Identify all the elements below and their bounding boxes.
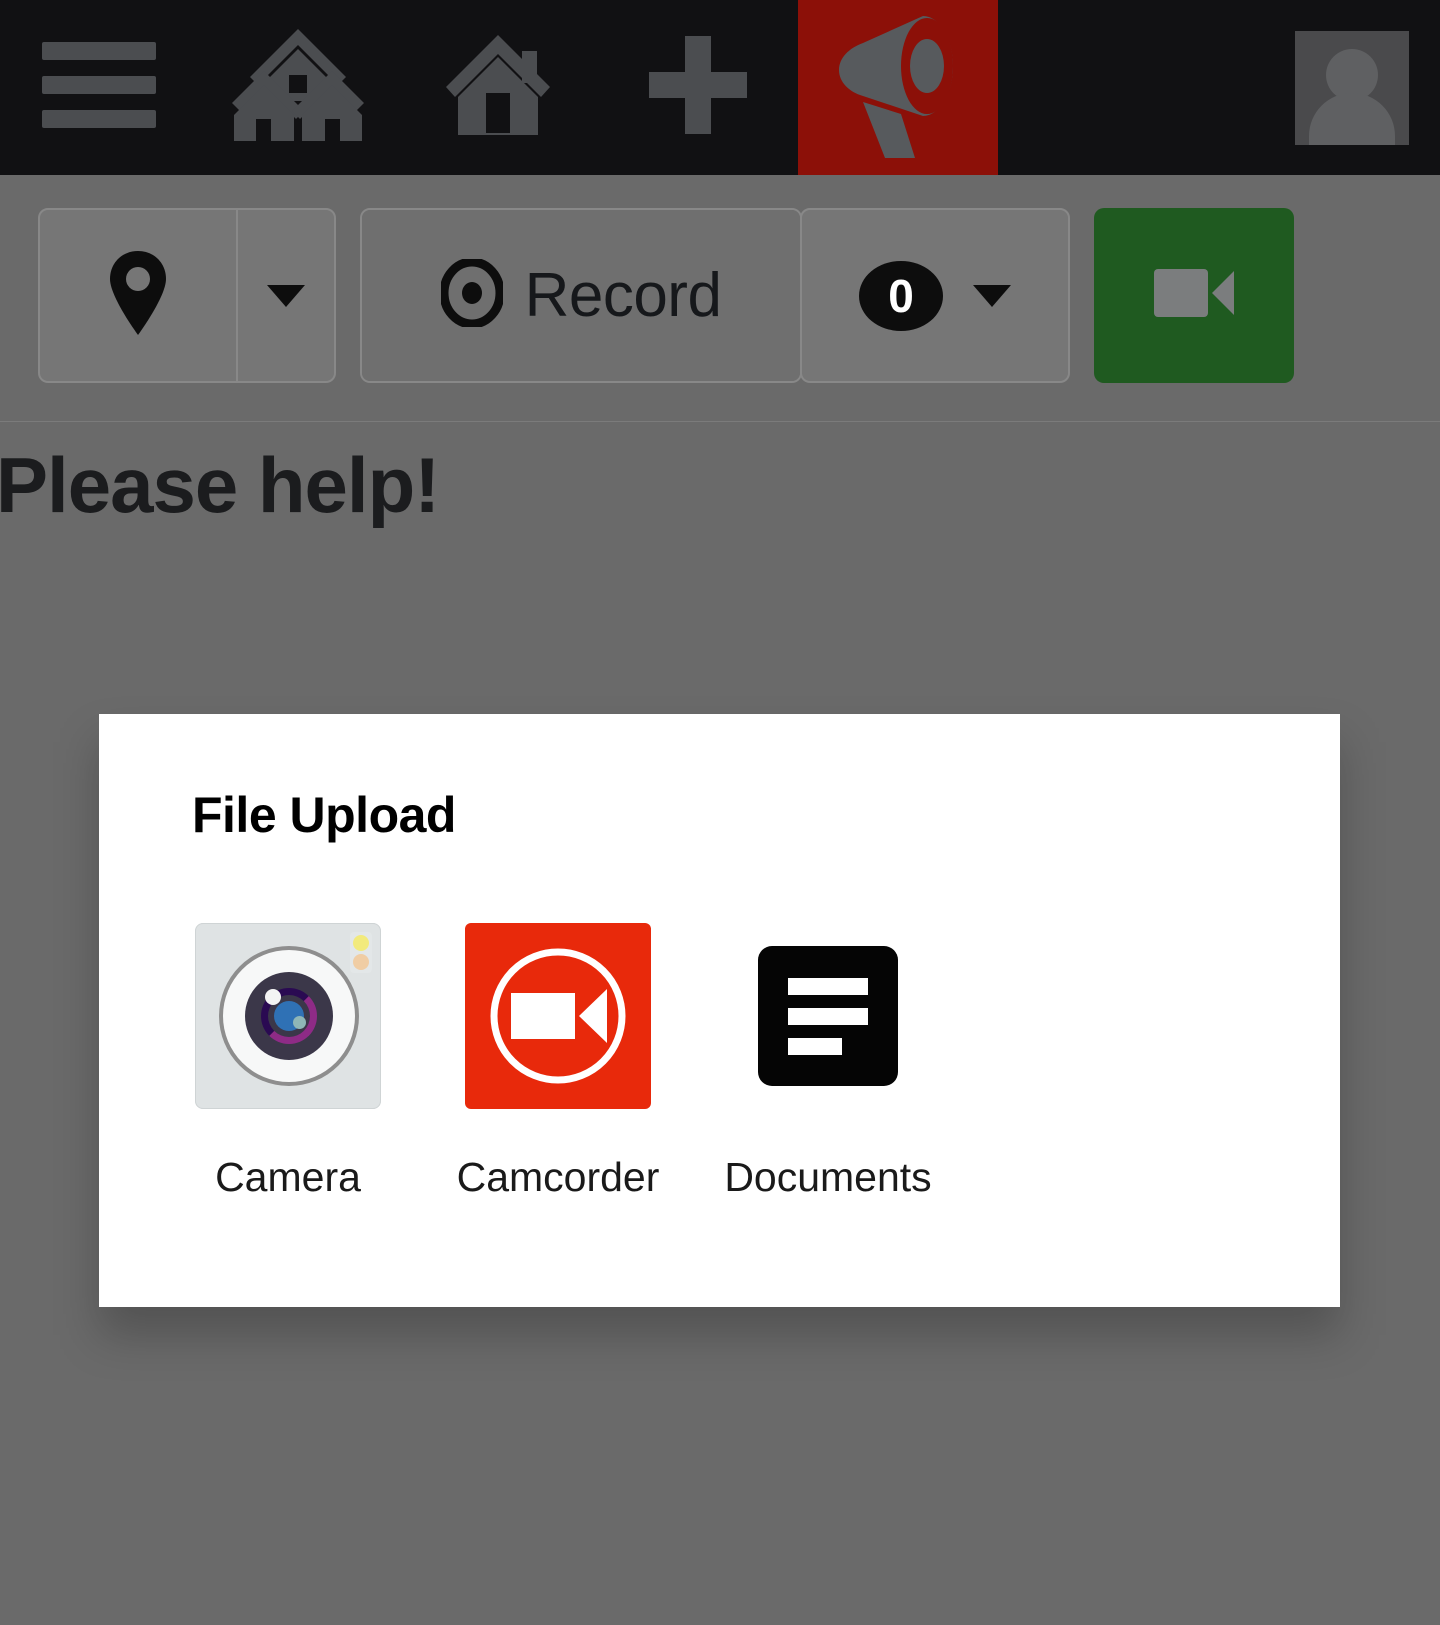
camera-led-orange <box>353 954 369 970</box>
record-dot-icon <box>439 257 505 332</box>
document-line <box>788 1007 868 1025</box>
neighborhood-houses-icon <box>230 27 366 148</box>
count-button-group: 0 <box>800 208 1070 383</box>
app-screen: Record 0 Please help! File Upload Camera… <box>0 0 1440 1625</box>
record-button-group: Record <box>360 208 802 383</box>
upload-source-list: Camera Camcorder Documents <box>192 920 932 1201</box>
camera-leds <box>350 932 372 973</box>
nav-item-menu[interactable] <box>0 0 198 175</box>
caret-down-icon <box>267 284 305 307</box>
camera-tile[interactable] <box>192 920 384 1112</box>
plus-icon <box>645 32 751 143</box>
map-pin-icon <box>109 250 167 341</box>
record-button[interactable]: Record <box>362 210 800 381</box>
megaphone-icon <box>827 10 969 165</box>
documents-app-icon <box>758 946 898 1086</box>
top-navigation-bar <box>0 0 1440 175</box>
camera-lens-ring <box>223 950 355 1082</box>
hamburger-menu-icon <box>42 36 156 139</box>
camera-glint-small <box>293 1016 306 1029</box>
camcorder-app-icon <box>465 923 651 1109</box>
avatar-body <box>1309 92 1395 145</box>
upload-option-label: Documents <box>724 1154 932 1200</box>
location-button-group <box>38 208 336 383</box>
file-upload-dialog: File Upload Camera Camcorder Documents <box>99 714 1340 1307</box>
nav-item-neighborhood[interactable] <box>198 0 398 175</box>
video-record-button[interactable] <box>1094 208 1294 383</box>
upload-option-label: Camera <box>215 1154 361 1200</box>
document-line <box>788 1037 842 1055</box>
location-button[interactable] <box>40 210 236 381</box>
upload-option-label: Camcorder <box>456 1154 660 1200</box>
user-avatar[interactable] <box>1295 30 1409 145</box>
dialog-title: File Upload <box>192 787 456 843</box>
document-line <box>788 977 868 995</box>
home-icon <box>444 33 552 142</box>
count-badge: 0 <box>859 260 943 331</box>
toolbar-controls: Record 0 <box>38 208 1294 383</box>
action-toolbar: Record 0 <box>0 176 1440 422</box>
location-dropdown-button[interactable] <box>236 210 334 381</box>
upload-option-camera[interactable]: Camera <box>192 920 384 1201</box>
nav-item-add[interactable] <box>598 0 798 175</box>
record-label: Record <box>524 261 722 330</box>
upload-option-camcorder[interactable]: Camcorder <box>457 920 659 1201</box>
video-camera-icon <box>1154 265 1234 326</box>
camera-led-yellow <box>353 935 369 951</box>
nav-item-account[interactable] <box>1295 0 1440 175</box>
page-title: Please help! <box>0 441 440 529</box>
camera-app-icon <box>195 923 381 1109</box>
camera-lens <box>245 972 333 1060</box>
documents-tile[interactable] <box>732 920 924 1112</box>
nav-item-alerts[interactable] <box>798 0 998 175</box>
nav-item-home[interactable] <box>398 0 598 175</box>
count-dropdown-button[interactable]: 0 <box>802 210 1068 381</box>
caret-down-icon <box>973 284 1011 307</box>
upload-option-documents[interactable]: Documents <box>724 920 932 1201</box>
camcorder-tile[interactable] <box>462 920 654 1112</box>
camera-glint <box>265 989 281 1005</box>
